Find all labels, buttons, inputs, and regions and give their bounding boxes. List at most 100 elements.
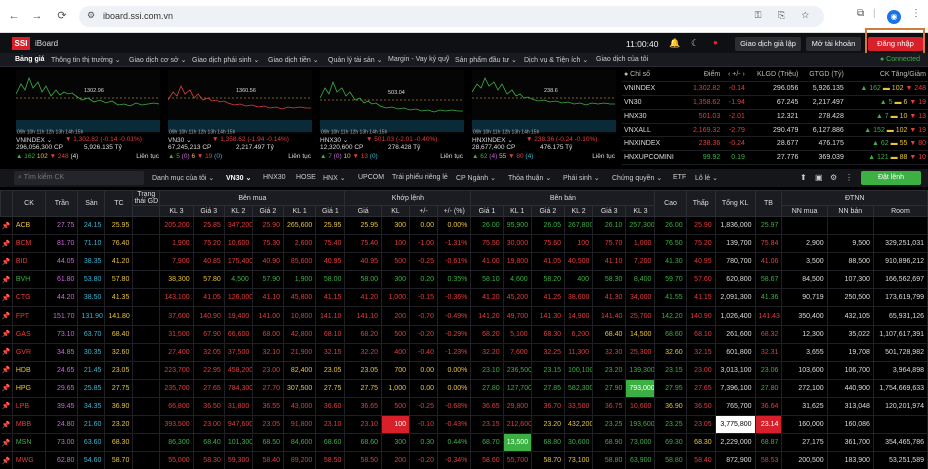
tab-watchlist[interactable]: Danh mục của tôi ⌄ [152, 174, 214, 182]
tab-hnx[interactable]: HNX ⌄ [323, 174, 346, 182]
board-row[interactable]: 📌 HDB 24.65 21.45 23.05 223,700 22.95 458,200 23… [0, 361, 928, 380]
reload-icon[interactable]: ⟳ [55, 9, 69, 23]
board-row[interactable]: 📌 MSN 73.00 63.60 68.30 86,300 68.40 101,300 68.… [0, 433, 928, 453]
cell-c[interactable]: HDB [12, 361, 47, 380]
place-order-button[interactable]: Đặt lệnh [861, 171, 921, 185]
index-row[interactable]: VN30 1,358.62 -1.94 67.245 2,217.497 ▲ 5 ▬ 6 … [622, 95, 928, 110]
menu-derivatives[interactable]: Giao dịch phái sinh ⌄ [192, 56, 259, 64]
board-row[interactable]: 📌 BCM 81.70 71.10 76.40 1,900 75.20 10,600 75.30… [0, 234, 928, 254]
site-info-icon[interactable]: ⚙ [87, 10, 95, 21]
pin-icon[interactable]: 📌 [0, 379, 13, 398]
tab-hnx30[interactable]: HNX30 [263, 174, 286, 181]
open-account-button[interactable]: Mở tài khoản [806, 37, 861, 51]
tab-etf[interactable]: ETF [673, 174, 686, 181]
board-row[interactable]: 📌 MWG 62.80 54.60 58.70 55,000 58.30 59,300 58.4… [0, 451, 928, 469]
board-row[interactable]: 📌 FPT 151.70 131.90 141.80 37,600 140.90 19,400… [0, 306, 928, 326]
pin-icon[interactable]: 📌 [0, 325, 13, 344]
chart-hnxindex[interactable]: 238.6 09h 10h 11h 12h 13h 14h 15h HNXIND… [470, 68, 618, 165]
chart-vn30[interactable]: 1360.56 09h 10h 11h 12h 13h 14h 15h VN30… [166, 68, 314, 165]
board-row[interactable]: 📌 BID 44.05 38.35 41.20 7,900 40.85 175,400 40.9… [0, 252, 928, 272]
board-row[interactable]: 📌 LPB 39.45 34.35 36.90 66,800 36.50 31,800 36.5… [0, 397, 928, 417]
pin-icon[interactable]: 📌 [0, 451, 13, 469]
cell-c[interactable]: MWG [12, 451, 47, 469]
forward-icon[interactable]: → [30, 9, 44, 23]
tab-derivatives[interactable]: Phái sinh ⌄ [563, 174, 600, 182]
board-row[interactable]: 📌 BVH 61.80 53.80 57.80 38,300 57.80 4,500 57.90… [0, 270, 928, 290]
tab-upcom[interactable]: UPCOM [358, 174, 384, 181]
index-row[interactable]: HNX30 501.03 -2.01 12.321 278.428 ▲ 7 ▬ 10 ▼ … [622, 109, 928, 124]
bell-icon[interactable]: 🔔 [669, 38, 680, 49]
address-bar[interactable]: ⚙ iboard.ssi.com.vn ⚿ ⎘ ☆ [79, 6, 824, 27]
index-row[interactable]: VNINDEX 1,302.82 -0.14 296.056 5,926.135 ▲ 16… [622, 81, 928, 97]
cell-c[interactable]: FPT [12, 306, 47, 326]
menu-products[interactable]: Sản phẩm đầu tư ⌄ [455, 56, 517, 64]
board-row[interactable]: 📌 MBB 24.80 21.60 23.20 393,500 23.00 947,600 23… [0, 415, 928, 435]
tab-put-through[interactable]: Thỏa thuận ⌄ [508, 174, 551, 182]
index-row[interactable]: HNXUPCOMINI 99.92 0.19 27.776 369.039 ▲ 121 ▬… [622, 150, 928, 166]
practice-trading-button[interactable]: Giao dịch giả lập [735, 37, 801, 51]
extensions-icon[interactable]: ⧉ [857, 8, 864, 19]
cell-c[interactable]: MSN [12, 433, 47, 453]
idx-header[interactable]: ‹ +/- › [722, 68, 747, 83]
pin-icon[interactable]: 📌 [0, 343, 13, 362]
cell-c[interactable]: BVH [12, 270, 47, 290]
ssi-logo[interactable]: SSI [12, 37, 30, 50]
tab-sectors[interactable]: CP Ngành ⌄ [456, 174, 496, 182]
pin-icon[interactable]: 📌 [0, 433, 13, 453]
chart-vnindex[interactable]: 1302.96 09h 10h 11h 12h 13h 14h 15h VNIN… [14, 68, 162, 165]
cell-c[interactable]: LPB [12, 397, 47, 417]
menu-price-board[interactable]: Bảng giá [15, 56, 45, 63]
pin-icon[interactable]: 📌 [0, 415, 13, 435]
cell-c[interactable]: CTG [12, 288, 47, 308]
tab-odd-lot[interactable]: Lô lẻ ⌄ [695, 174, 718, 182]
menu-margin[interactable]: Margin - Vay ký quỹ [388, 56, 449, 63]
cell-c[interactable]: HPG [12, 379, 47, 398]
pin-icon[interactable]: 📌 [0, 270, 13, 290]
board-row[interactable]: 📌 HPG 29.65 25.85 27.75 235,700 27.65 784,300 27… [0, 379, 928, 398]
layout-icon[interactable]: ▣ [815, 173, 823, 182]
cell-c[interactable]: GAS [12, 325, 47, 344]
menu-cash[interactable]: Giao dịch tiền ⌄ [268, 56, 319, 64]
cell-c[interactable]: BCM [12, 234, 47, 254]
address-bar-icons[interactable]: ⚿ ⎘ ☆ [755, 10, 816, 21]
more-icon[interactable]: ⋮ [845, 173, 853, 182]
chart-hnx30[interactable]: 503.04 09h 10h 11h 12h 13h 14h 15h HNX30… [318, 68, 466, 165]
menu-market-info[interactable]: Thông tin thị trường ⌄ [51, 56, 121, 64]
cell-c[interactable]: BID [12, 252, 47, 272]
settings-icon[interactable]: ⚙ [830, 173, 837, 182]
arrow-up-icon[interactable]: ⬆ [800, 173, 807, 182]
board-row[interactable]: 📌 GVR 34.85 30.35 32.60 27,400 32.05 37,500 32.1… [0, 343, 928, 362]
cell-fl: 38.35 [77, 252, 106, 272]
board-row[interactable]: 📌 ACB 27.75 24.15 25.95 205,200 25.85 347,200 25… [0, 216, 928, 236]
board-row[interactable]: 📌 CTG 44.20 38.50 41.35 143,100 41.05 126,000 41… [0, 288, 928, 308]
pin-icon[interactable]: 📌 [0, 306, 13, 326]
cell-c[interactable]: GVR [12, 343, 47, 362]
menu-kebab-icon[interactable]: ⋮ [911, 8, 921, 19]
tab-warrants[interactable]: Chứng quyền ⌄ [612, 174, 662, 182]
tab-private-bonds[interactable]: Trái phiếu riêng lẻ [392, 174, 448, 181]
col-md: +/- [409, 205, 438, 217]
record-icon[interactable]: ● [713, 38, 718, 47]
tab-vn30[interactable]: VN30 ⌄ [226, 174, 251, 182]
search-input[interactable]: ⌕ Tìm kiếm CK [14, 171, 144, 185]
pin-icon[interactable]: 📌 [0, 234, 13, 254]
cell-c[interactable]: MBB [12, 415, 47, 435]
board-row[interactable]: 📌 GAS 73.10 63.70 68.40 31,500 67.90 66,600 68.0… [0, 325, 928, 344]
theme-moon-icon[interactable]: ☾ [691, 38, 699, 49]
pin-icon[interactable]: 📌 [0, 216, 13, 236]
pin-icon[interactable]: 📌 [0, 361, 13, 380]
menu-my-trades[interactable]: Giao dịch của tôi [596, 56, 648, 63]
cell-c[interactable]: ACB [12, 216, 47, 236]
pin-icon[interactable]: 📌 [0, 397, 13, 417]
index-row[interactable]: HNXINDEX 238.36 -0.24 28.677 476.175 ▲ 62 ▬ 5… [622, 136, 928, 152]
pin-icon[interactable]: 📌 [0, 288, 13, 308]
index-row[interactable]: VNXALL 2,169.32 -2.79 290.479 6,127.886 ▲ 152… [622, 123, 928, 138]
col-ck[interactable]: CK [11, 190, 47, 217]
pin-icon[interactable]: 📌 [0, 252, 13, 272]
tab-hose[interactable]: HOSE [296, 174, 316, 181]
menu-services[interactable]: Dịch vụ & Tiện ích ⌄ [524, 56, 588, 64]
menu-spot-trading[interactable]: Giao dịch cơ sở ⌄ [129, 56, 186, 64]
menu-assets[interactable]: Quản lý tài sản ⌄ [328, 56, 383, 64]
profile-avatar-icon[interactable]: ◉ [887, 10, 901, 24]
back-icon[interactable]: ← [7, 9, 21, 23]
